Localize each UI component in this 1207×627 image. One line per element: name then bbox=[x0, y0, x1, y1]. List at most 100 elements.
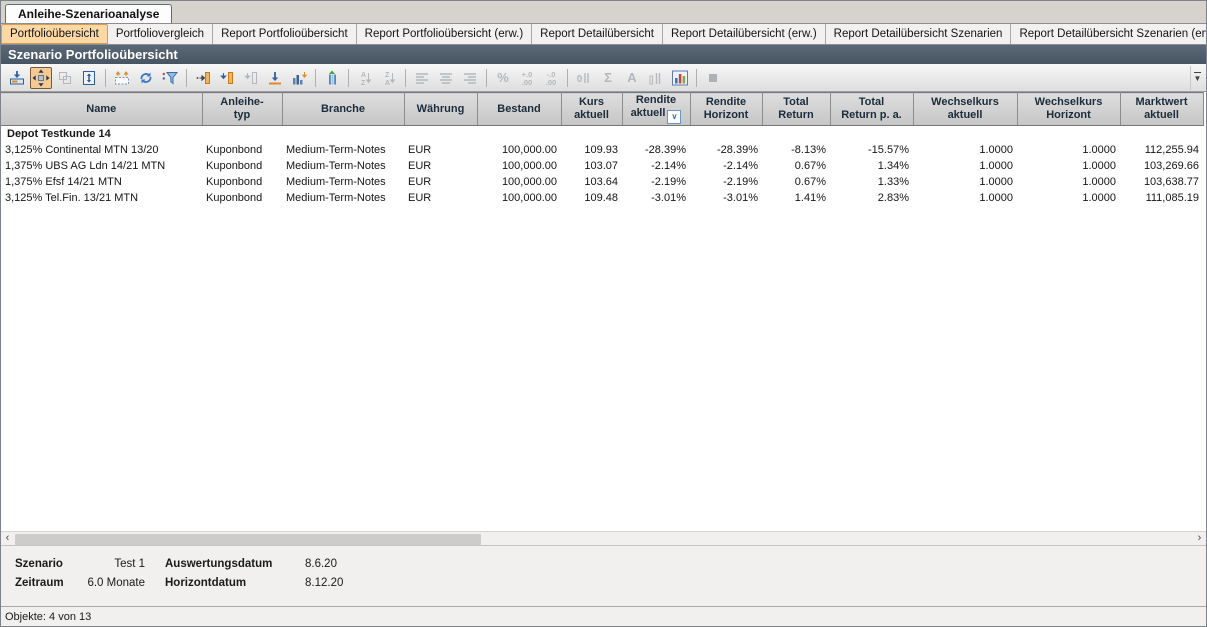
table-row[interactable]: 1,375% Efsf 14/21 MTNKuponbondMedium-Ter… bbox=[1, 174, 1203, 190]
cell: Kuponbond bbox=[202, 174, 282, 190]
filter-button[interactable] bbox=[159, 67, 181, 89]
toolbar: AZZA%+.0.00-.0.000ΣA▼ bbox=[1, 64, 1206, 92]
fit-window-button[interactable] bbox=[30, 67, 52, 89]
sum-icon: Σ bbox=[599, 69, 617, 87]
subtab-0[interactable]: Portfolioübersicht bbox=[1, 24, 108, 44]
cell: Medium-Term-Notes bbox=[282, 190, 404, 206]
cell: 1.33% bbox=[830, 174, 913, 190]
insert-column-right-button[interactable] bbox=[192, 67, 214, 89]
cell: 3,125% Tel.Fin. 13/21 MTN bbox=[1, 190, 202, 206]
subtab-1[interactable]: Portfoliovergleich bbox=[108, 24, 213, 44]
scroll-right-icon[interactable]: › bbox=[1193, 532, 1206, 545]
sort-column-icon bbox=[266, 69, 284, 87]
cell: -3.01% bbox=[622, 190, 690, 206]
scrollbar-thumb[interactable] bbox=[15, 534, 481, 545]
cell: -2.14% bbox=[622, 158, 690, 174]
cell: 112,255.94 bbox=[1120, 142, 1203, 158]
column-header-0[interactable]: Name bbox=[1, 93, 202, 126]
sum-button: Σ bbox=[597, 67, 619, 89]
column-header-3[interactable]: Währung bbox=[404, 93, 477, 126]
column-stats-button bbox=[645, 67, 667, 89]
histogram-column-button[interactable] bbox=[288, 67, 310, 89]
svg-text:A: A bbox=[627, 70, 637, 85]
toolbar-separator bbox=[696, 69, 697, 87]
column-header-4[interactable]: Bestand bbox=[477, 93, 561, 126]
cell: 109.93 bbox=[561, 142, 622, 158]
chart-button[interactable] bbox=[669, 67, 691, 89]
align-left-button bbox=[411, 67, 433, 89]
subtab-bar: PortfolioübersichtPortfoliovergleichRepo… bbox=[1, 23, 1206, 45]
save-layout-icon bbox=[8, 69, 26, 87]
toolbar-separator bbox=[486, 69, 487, 87]
refresh-button[interactable] bbox=[135, 67, 157, 89]
toolbar-separator bbox=[105, 69, 106, 87]
table-row[interactable]: 3,125% Tel.Fin. 13/21 MTNKuponbondMedium… bbox=[1, 190, 1203, 206]
column-header-7[interactable]: RenditeHorizont bbox=[690, 93, 762, 126]
sort-dropdown-icon[interactable]: ∨ bbox=[667, 110, 681, 124]
cell: 1.0000 bbox=[1017, 174, 1120, 190]
summary-label: Horizontdatum bbox=[145, 577, 305, 596]
cell: 103,638.77 bbox=[1120, 174, 1203, 190]
toolbar-overflow-button[interactable]: ▼ bbox=[1190, 66, 1204, 90]
cell: 100,000.00 bbox=[477, 190, 561, 206]
cell: EUR bbox=[404, 142, 477, 158]
fit-height-button[interactable] bbox=[78, 67, 100, 89]
sort-column-button[interactable] bbox=[264, 67, 286, 89]
table-row[interactable]: 1,375% UBS AG Ldn 14/21 MTNKuponbondMedi… bbox=[1, 158, 1203, 174]
striped-column-button[interactable] bbox=[321, 67, 343, 89]
horizontal-scrollbar[interactable]: ‹ › bbox=[1, 531, 1206, 545]
insert-column-alt-icon bbox=[242, 69, 260, 87]
toolbar-separator bbox=[315, 69, 316, 87]
panel-title: Szenario Portfolioübersicht bbox=[1, 45, 1206, 64]
cell: -2.14% bbox=[690, 158, 762, 174]
cell: 1.0000 bbox=[913, 174, 1017, 190]
subtab-5[interactable]: Report Detailübersicht (erw.) bbox=[663, 24, 826, 44]
cell: 103.07 bbox=[561, 158, 622, 174]
column-header-5[interactable]: Kursaktuell bbox=[561, 93, 622, 126]
expand-columns-button[interactable] bbox=[111, 67, 133, 89]
stop-icon bbox=[704, 69, 722, 87]
refresh-icon bbox=[137, 69, 155, 87]
cell: 111,085.19 bbox=[1120, 190, 1203, 206]
column-header-9[interactable]: TotalReturn p. a. bbox=[830, 93, 913, 126]
sort-az-button: AZ bbox=[354, 67, 376, 89]
svg-text:Z: Z bbox=[385, 72, 390, 79]
depot-group-row[interactable]: Depot Testkunde 14 bbox=[1, 126, 1203, 142]
column-stats-icon bbox=[647, 69, 665, 87]
cell: -3.01% bbox=[690, 190, 762, 206]
percent-format-button: % bbox=[492, 67, 514, 89]
column-header-11[interactable]: WechselkursHorizont bbox=[1017, 93, 1120, 126]
summary-label: Szenario bbox=[15, 558, 85, 577]
column-header-1[interactable]: Anleihe-typ bbox=[202, 93, 282, 126]
insert-column-down-button[interactable] bbox=[216, 67, 238, 89]
subtab-3[interactable]: Report Portfolioübersicht (erw.) bbox=[357, 24, 533, 44]
cell: 100,000.00 bbox=[477, 142, 561, 158]
save-layout-button[interactable] bbox=[6, 67, 28, 89]
scroll-left-icon[interactable]: ‹ bbox=[1, 532, 14, 545]
app-window: Anleihe-Szenarioanalyse Portfolioübersic… bbox=[0, 0, 1207, 627]
cell: 1.0000 bbox=[1017, 190, 1120, 206]
tab-anleihe-szenarioanalyse[interactable]: Anleihe-Szenarioanalyse bbox=[5, 4, 172, 23]
cell: 1,375% UBS AG Ldn 14/21 MTN bbox=[1, 158, 202, 174]
cell: Kuponbond bbox=[202, 142, 282, 158]
subtab-6[interactable]: Report Detailübersicht Szenarien bbox=[826, 24, 1012, 44]
column-header-8[interactable]: TotalReturn bbox=[762, 93, 830, 126]
cell: 100,000.00 bbox=[477, 158, 561, 174]
subtab-7[interactable]: Report Detailübersicht Szenarien (erw.) bbox=[1011, 24, 1207, 44]
column-header-10[interactable]: Wechselkursaktuell bbox=[913, 93, 1017, 126]
insert-column-down-icon bbox=[218, 69, 236, 87]
subtab-4[interactable]: Report Detailübersicht bbox=[532, 24, 663, 44]
expand-columns-icon bbox=[113, 69, 131, 87]
subtab-2[interactable]: Report Portfolioübersicht bbox=[213, 24, 357, 44]
table-row[interactable]: 3,125% Continental MTN 13/20KuponbondMed… bbox=[1, 142, 1203, 158]
column-header-2[interactable]: Branche bbox=[282, 93, 404, 126]
font-button: A bbox=[621, 67, 643, 89]
column-header-6[interactable]: Renditeaktuell∨ bbox=[622, 93, 690, 126]
cell: 1.41% bbox=[762, 190, 830, 206]
histogram-column-icon bbox=[290, 69, 308, 87]
cell: 109.48 bbox=[561, 190, 622, 206]
depot-group-label: Depot Testkunde 14 bbox=[1, 126, 1203, 142]
cell: Medium-Term-Notes bbox=[282, 142, 404, 158]
data-grid: NameAnleihe-typBrancheWährungBestandKurs… bbox=[1, 92, 1206, 531]
column-header-12[interactable]: Marktwertaktuell bbox=[1120, 93, 1203, 126]
